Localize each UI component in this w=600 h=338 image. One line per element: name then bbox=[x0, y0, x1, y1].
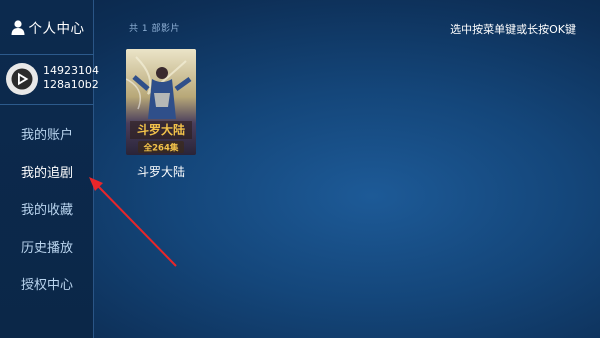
video-title[interactable]: 斗罗大陆 bbox=[131, 163, 191, 180]
sidebar-title: 个人中心 bbox=[28, 21, 85, 37]
sidebar: 个人中心 14923104 128a10b2 我的账户 我的追剧 我的收藏 历史… bbox=[0, 0, 99, 338]
hint-text: 选中按菜单键或长按OK键 bbox=[450, 23, 576, 36]
video-count: 共 1 部影片 bbox=[129, 24, 180, 34]
menu-item-label: 历史播放 bbox=[21, 240, 74, 256]
user-info: 14923104 128a10b2 bbox=[0, 55, 99, 103]
user-id-line-2: 128a10b2 bbox=[43, 78, 99, 91]
menu-item-history[interactable]: 历史播放 bbox=[0, 231, 94, 261]
menu-item-label: 我的收藏 bbox=[21, 202, 74, 218]
menu-item-authorization[interactable]: 授权中心 bbox=[0, 268, 94, 298]
user-id: 14923104 128a10b2 bbox=[43, 64, 99, 92]
poster-episodes: 全264集 bbox=[143, 143, 179, 154]
poster-artwork: 斗罗大陆 全264集 bbox=[126, 49, 196, 155]
user-id-line-1: 14923104 bbox=[43, 64, 99, 77]
menu-item-label: 我的追剧 bbox=[21, 165, 74, 181]
menu-item-my-account[interactable]: 我的账户 bbox=[0, 118, 94, 148]
menu-item-label: 我的账户 bbox=[21, 127, 74, 143]
video-poster[interactable]: 斗罗大陆 全264集 bbox=[126, 49, 196, 155]
menu-item-label: 授权中心 bbox=[21, 277, 74, 293]
divider bbox=[0, 104, 94, 105]
play-logo-icon bbox=[11, 68, 33, 90]
poster-title-text: 斗罗大陆 bbox=[137, 122, 185, 137]
menu-item-my-following[interactable]: 我的追剧 bbox=[0, 156, 94, 186]
avatar bbox=[6, 63, 38, 95]
sidebar-header: 个人中心 bbox=[0, 0, 94, 54]
menu-item-my-favorites[interactable]: 我的收藏 bbox=[0, 193, 94, 223]
person-icon bbox=[10, 19, 26, 35]
